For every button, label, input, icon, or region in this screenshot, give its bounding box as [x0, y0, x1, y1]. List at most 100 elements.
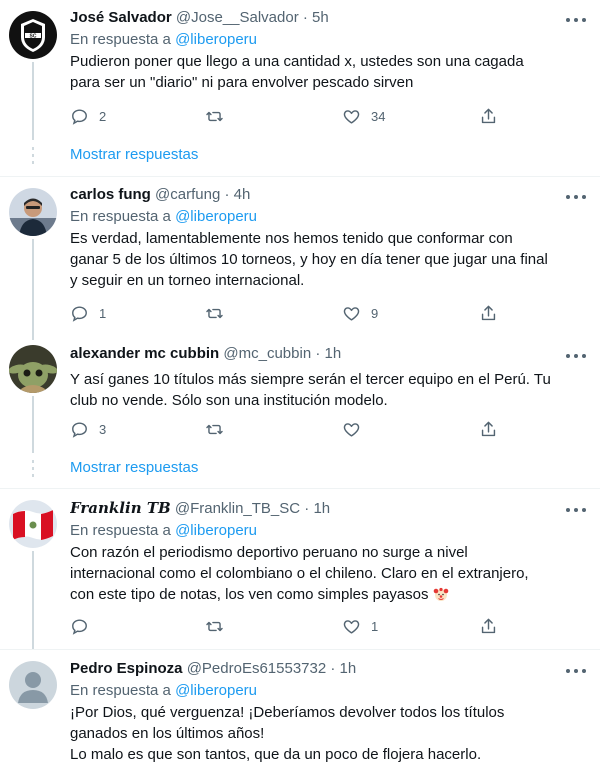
reply-button[interactable] — [70, 616, 99, 636]
tweet-text-line: con este tipo de notas, los ven como sim… — [70, 586, 429, 603]
like-button[interactable]: 1 — [342, 616, 378, 636]
thread-dots — [32, 460, 34, 481]
tweet-text-line: ganados en los últimos años! — [70, 725, 265, 742]
more-options-icon[interactable] — [566, 348, 586, 364]
tweet[interactable]: carlos fung @carfung · 4h En respuesta a… — [0, 177, 600, 340]
mention-link[interactable]: @liberoperu — [175, 31, 257, 48]
tweet-text-line: Pudieron poner que llego a una cantidad … — [70, 53, 524, 70]
baby-yoda-avatar-icon — [9, 345, 57, 393]
tweet-text-line: Lo malo es que son tantos, que da un poc… — [70, 746, 482, 763]
mention-link[interactable]: @liberoperu — [175, 522, 257, 539]
tweet-header: carlos fung @carfung · 4h — [70, 185, 564, 205]
display-name[interactable]: carlos fung — [70, 186, 151, 203]
avatar[interactable] — [9, 188, 57, 236]
show-replies-link[interactable]: Mostrar respuestas — [70, 458, 198, 478]
tweet-text-line: Es verdad, lamentablemente nos hemos ten… — [70, 230, 513, 247]
user-handle[interactable]: @Jose__Salvador — [176, 9, 299, 26]
reply-context: En respuesta a @liberoperu — [70, 681, 564, 701]
separator-dot: · — [304, 500, 310, 517]
reply-prefix: En respuesta a — [70, 682, 171, 699]
timestamp[interactable]: 1h — [340, 660, 357, 677]
separator-dot: · — [315, 345, 321, 362]
mention-link[interactable]: @liberoperu — [175, 208, 257, 225]
more-options-icon[interactable] — [566, 12, 586, 28]
user-handle[interactable]: @mc_cubbin — [223, 345, 311, 362]
tweet[interactable]: Pedro Espinoza @PedroEs61553732 · 1h En … — [0, 650, 600, 777]
tweet-text-line: club no vende. Sólo son una institución … — [70, 392, 388, 409]
tweet-text-line: y seguir en un torneo internacional. — [70, 272, 305, 289]
share-button[interactable] — [479, 106, 498, 126]
tweet[interactable]: SC José Salvador @Jose__Salvador · 5h En… — [0, 0, 600, 140]
avatar[interactable] — [9, 661, 57, 709]
user-handle[interactable]: @PedroEs61553732 — [187, 660, 327, 677]
share-icon — [481, 108, 496, 123]
display-name[interactable]: Franklin TB — [70, 499, 171, 517]
tweet-header: Pedro Espinoza @PedroEs61553732 · 1h — [70, 659, 564, 679]
mention-link[interactable]: @liberoperu — [175, 682, 257, 699]
timestamp[interactable]: 4h — [234, 186, 251, 203]
retweet-button[interactable] — [205, 419, 234, 439]
reply-icon — [72, 305, 87, 322]
separator-dot: · — [302, 9, 308, 26]
tweet-text-line: internacional como el colombiano o el ch… — [70, 565, 529, 582]
retweet-button[interactable] — [205, 616, 234, 636]
reply-prefix: En respuesta a — [70, 31, 171, 48]
user-handle[interactable]: @carfung — [155, 186, 220, 203]
tweet-header: alexander mc cubbin @mc_cubbin · 1h — [70, 344, 564, 364]
user-handle[interactable]: @Franklin_TB_SC — [175, 500, 300, 517]
tweet-text: Con razón el periodismo deportivo peruan… — [70, 542, 564, 605]
reply-button[interactable]: 2 — [70, 106, 106, 126]
more-options-icon[interactable] — [566, 663, 586, 679]
reply-count: 3 — [99, 421, 107, 437]
tweet-text-line: Con razón el periodismo deportivo peruan… — [70, 544, 468, 561]
avatar[interactable] — [9, 500, 57, 548]
retweet-icon — [206, 424, 223, 434]
like-count: 1 — [371, 618, 379, 634]
reply-icon — [72, 618, 87, 635]
tweet-text-line: para ser un "diario" ni para envolver pe… — [70, 74, 414, 91]
sporting-cristal-logo-icon: SC — [9, 11, 57, 59]
retweet-icon — [206, 308, 223, 318]
share-button[interactable] — [479, 616, 498, 636]
tweet-actions: 1 — [70, 616, 500, 636]
display-name[interactable]: José Salvador — [70, 9, 172, 26]
avatar[interactable] — [9, 345, 57, 393]
more-options-icon[interactable] — [566, 189, 586, 205]
reply-context: En respuesta a @liberoperu — [70, 207, 564, 227]
tweet-actions: 3 — [70, 419, 500, 439]
reply-icon — [72, 108, 87, 125]
clown-face-emoji-icon — [433, 587, 449, 601]
share-button[interactable] — [479, 419, 498, 439]
tweet-header: José Salvador @Jose__Salvador · 5h — [70, 8, 564, 28]
thread-line — [32, 239, 34, 340]
retweet-button[interactable] — [205, 106, 234, 126]
default-avatar-icon — [9, 661, 57, 709]
tweet-actions: 2 34 — [70, 106, 500, 126]
tweet-text: ¡Por Dios, qué verguenza! ¡Deberíamos de… — [70, 702, 564, 765]
tweet-header: Franklin TB @Franklin_TB_SC · 1h — [70, 498, 564, 519]
separator-dot: · — [224, 186, 230, 203]
avatar[interactable]: SC — [9, 11, 57, 59]
retweet-button[interactable] — [205, 303, 234, 323]
tweet-text: Es verdad, lamentablemente nos hemos ten… — [70, 228, 564, 291]
reply-prefix: En respuesta a — [70, 522, 171, 539]
timestamp[interactable]: 5h — [312, 9, 329, 26]
display-name[interactable]: alexander mc cubbin — [70, 345, 219, 362]
tweet-text-line: ¡Por Dios, qué verguenza! ¡Deberíamos de… — [70, 704, 505, 721]
timestamp[interactable]: 1h — [325, 345, 342, 362]
tweet-text: Pudieron poner que llego a una cantidad … — [70, 51, 564, 93]
more-options-icon[interactable] — [566, 502, 586, 518]
like-button[interactable]: 9 — [342, 303, 378, 323]
heart-icon — [343, 619, 360, 634]
reply-button[interactable]: 3 — [70, 419, 106, 439]
display-name[interactable]: Pedro Espinoza — [70, 660, 183, 677]
reply-prefix: En respuesta a — [70, 208, 171, 225]
share-button[interactable] — [479, 303, 498, 323]
reply-button[interactable]: 1 — [70, 303, 106, 323]
show-replies-link[interactable]: Mostrar respuestas — [70, 145, 198, 165]
like-button[interactable]: 34 — [342, 106, 385, 126]
like-button[interactable] — [342, 419, 371, 439]
tweet[interactable]: alexander mc cubbin @mc_cubbin · 1h Y as… — [0, 340, 600, 453]
tweet[interactable]: Franklin TB @Franklin_TB_SC · 1h En resp… — [0, 489, 600, 649]
timestamp[interactable]: 1h — [313, 500, 330, 517]
